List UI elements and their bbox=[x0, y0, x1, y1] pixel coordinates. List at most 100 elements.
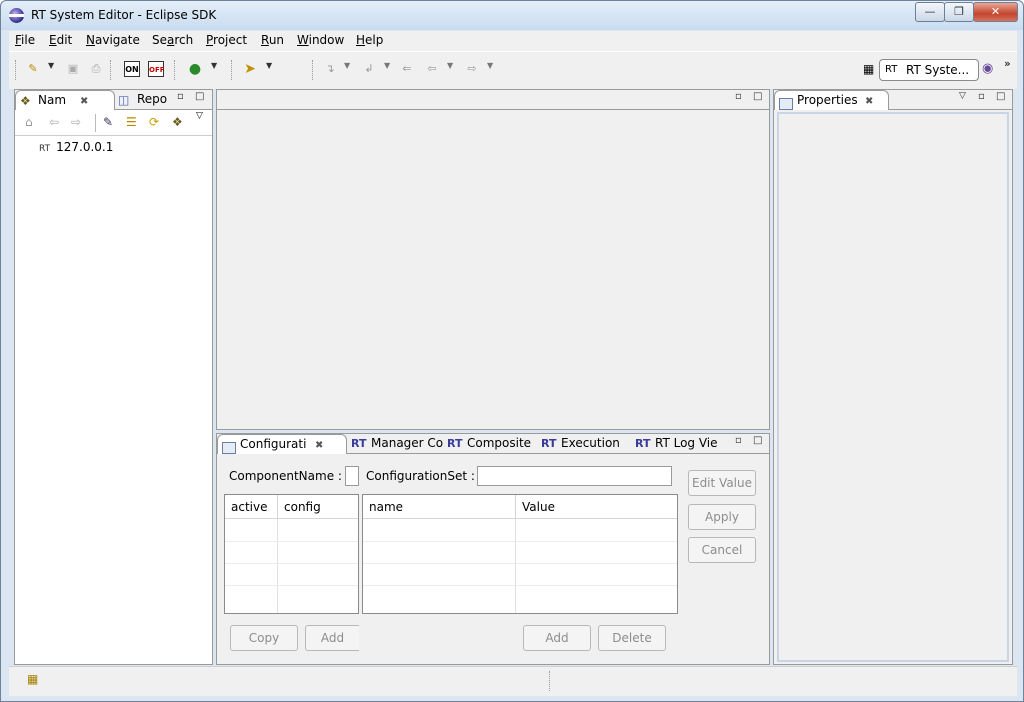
forward-icon[interactable]: ⇨ bbox=[464, 61, 480, 77]
tab-repository[interactable]: ◫ Repo bbox=[115, 90, 175, 110]
menu-help[interactable]: Help bbox=[356, 33, 383, 47]
row-divider bbox=[225, 541, 358, 542]
refresh-icon[interactable]: ⟳ bbox=[149, 115, 159, 129]
configuration-set-field[interactable] bbox=[477, 466, 672, 486]
tab-manager-control[interactable]: RT Manager Co bbox=[349, 434, 445, 454]
cancel-button[interactable]: Cancel bbox=[688, 537, 756, 563]
back-icon[interactable]: ⇦ bbox=[424, 61, 440, 77]
eclipse-window: RT System Editor - Eclipse SDK — ❐ ✕ Fil… bbox=[0, 0, 1024, 702]
maximize-view-icon[interactable]: □ bbox=[753, 435, 762, 446]
tab-execution[interactable]: RT Execution bbox=[539, 434, 635, 454]
tab-label: Composite bbox=[467, 436, 532, 450]
minimize-view-icon[interactable]: ▫ bbox=[177, 91, 184, 102]
next-annotation-icon[interactable]: ↴ bbox=[322, 61, 338, 77]
new-wizard-icon[interactable]: ✎ bbox=[25, 61, 41, 77]
tab-composite[interactable]: RT Composite bbox=[445, 434, 541, 454]
menu-window[interactable]: Window bbox=[297, 33, 344, 47]
row-divider bbox=[363, 541, 677, 542]
configuration-set-table[interactable]: active config bbox=[224, 494, 359, 614]
column-header-active[interactable]: active bbox=[225, 495, 277, 519]
column-header-config[interactable]: config bbox=[277, 495, 358, 519]
more-perspectives-icon[interactable]: » bbox=[1004, 57, 1011, 70]
properties-icon bbox=[779, 94, 793, 113]
tab-label: Repo bbox=[137, 92, 168, 106]
pin-icon[interactable]: ➤ bbox=[242, 61, 258, 77]
menu-project[interactable]: Project bbox=[206, 33, 247, 47]
run-icon[interactable]: ● bbox=[187, 61, 203, 77]
open-perspective-icon[interactable]: ▦ bbox=[863, 62, 874, 76]
tab-configuration[interactable]: Configurati ✖ bbox=[217, 434, 347, 454]
column-divider bbox=[277, 519, 278, 613]
add-config-set-button[interactable]: Add bbox=[305, 625, 359, 651]
column-header-name[interactable]: name bbox=[363, 495, 515, 519]
menu-search[interactable]: Search bbox=[152, 33, 193, 47]
on-icon[interactable]: ON bbox=[124, 61, 140, 77]
new-dropdown-icon[interactable]: ▼ bbox=[48, 61, 54, 70]
close-tab-icon[interactable]: ✖ bbox=[80, 92, 88, 111]
menu-navigate[interactable]: Navigate bbox=[86, 33, 140, 47]
perspective-label: RT Syste... bbox=[906, 63, 970, 77]
next-annotation-dropdown-icon[interactable]: ▼ bbox=[344, 61, 350, 70]
status-bar: ▦ bbox=[9, 666, 1017, 696]
toolbar-separator bbox=[231, 60, 232, 80]
forward-dropdown-icon[interactable]: ▼ bbox=[487, 61, 493, 70]
tree-item-localhost[interactable]: RT 127.0.0.1 bbox=[39, 140, 113, 154]
menu-edit[interactable]: Edit bbox=[49, 33, 72, 47]
configuration-values-table[interactable]: name Value bbox=[362, 494, 678, 614]
add-name-server-icon[interactable]: ❖ bbox=[172, 115, 183, 129]
off-icon[interactable]: OFF bbox=[148, 61, 165, 77]
back-dropdown-icon[interactable]: ▼ bbox=[447, 61, 453, 70]
eclipse-logo-icon bbox=[9, 8, 24, 23]
copy-button[interactable]: Copy bbox=[230, 625, 298, 651]
maximize-view-icon[interactable]: □ bbox=[195, 91, 204, 102]
edit-icon[interactable]: ✎ bbox=[103, 115, 113, 129]
restore-button[interactable]: ❐ bbox=[944, 2, 974, 22]
tab-label: Execution bbox=[561, 436, 620, 450]
bottom-tab-row: Configurati ✖ RT Manager Co RT Composite… bbox=[217, 434, 769, 454]
editor-area: ▫ □ bbox=[216, 89, 770, 430]
minimize-view-icon[interactable]: ▫ bbox=[735, 435, 742, 446]
editor-tab-row: ▫ □ bbox=[217, 90, 769, 110]
maximize-view-icon[interactable]: □ bbox=[996, 91, 1005, 102]
component-name-field[interactable] bbox=[345, 466, 359, 486]
view-menu-icon[interactable]: ▽ bbox=[959, 91, 966, 101]
apply-button[interactable]: Apply bbox=[688, 504, 756, 530]
minimize-button[interactable]: — bbox=[915, 2, 945, 22]
view-menu-icon[interactable]: ▽ bbox=[196, 111, 203, 121]
tab-rt-log-view[interactable]: RT RT Log Vie bbox=[633, 434, 729, 454]
forward-icon[interactable]: ⇨ bbox=[71, 115, 81, 129]
close-button[interactable]: ✕ bbox=[973, 2, 1018, 22]
column-divider bbox=[515, 519, 516, 613]
minimize-editor-icon[interactable]: ▫ bbox=[735, 91, 742, 102]
add-value-button[interactable]: Add bbox=[523, 625, 591, 651]
menu-file[interactable]: File bbox=[15, 33, 35, 47]
maximize-editor-icon[interactable]: □ bbox=[753, 91, 762, 102]
tab-properties[interactable]: Properties ✖ bbox=[774, 90, 889, 110]
column-header-value[interactable]: Value bbox=[515, 495, 677, 519]
filter-icon[interactable]: ☰ bbox=[126, 115, 137, 129]
home-icon[interactable]: ⌂ bbox=[25, 115, 33, 129]
name-service-view: ❖ Nam ✖ ◫ Repo ▫ □ ⌂ ⇦ ⇨ ✎ ☰ ⟳ ❖ ▽ RT 127… bbox=[14, 89, 213, 665]
print-icon[interactable]: ⎙ bbox=[88, 61, 104, 77]
fast-view-icon[interactable]: ▦ bbox=[27, 672, 38, 686]
prev-annotation-dropdown-icon[interactable]: ▼ bbox=[384, 61, 390, 70]
title-bar[interactable]: RT System Editor - Eclipse SDK — ❐ ✕ bbox=[1, 1, 1023, 30]
edit-value-button[interactable]: Edit Value bbox=[688, 470, 756, 496]
tab-name-service[interactable]: ❖ Nam ✖ bbox=[15, 90, 115, 110]
perspective-rt-system[interactable]: RT RT Syste... bbox=[879, 59, 979, 81]
last-edit-icon[interactable]: ⇐ bbox=[399, 61, 415, 77]
close-tab-icon[interactable]: ✖ bbox=[865, 92, 873, 111]
menu-run[interactable]: Run bbox=[261, 33, 284, 47]
back-icon[interactable]: ⇦ bbox=[49, 115, 59, 129]
minimize-view-icon[interactable]: ▫ bbox=[978, 91, 985, 102]
component-name-label: ComponentName : bbox=[229, 469, 342, 483]
close-tab-icon[interactable]: ✖ bbox=[315, 436, 323, 455]
java-perspective-icon[interactable]: ◉ bbox=[982, 61, 993, 76]
run-dropdown-icon[interactable]: ▼ bbox=[211, 61, 217, 70]
toolbar-separator bbox=[312, 60, 313, 80]
pin-dropdown-icon[interactable]: ▼ bbox=[266, 61, 272, 70]
delete-value-button[interactable]: Delete bbox=[598, 625, 666, 651]
save-icon[interactable]: ▣ bbox=[65, 61, 81, 77]
toolbar-grip bbox=[15, 60, 16, 80]
prev-annotation-icon[interactable]: ↲ bbox=[361, 61, 377, 77]
